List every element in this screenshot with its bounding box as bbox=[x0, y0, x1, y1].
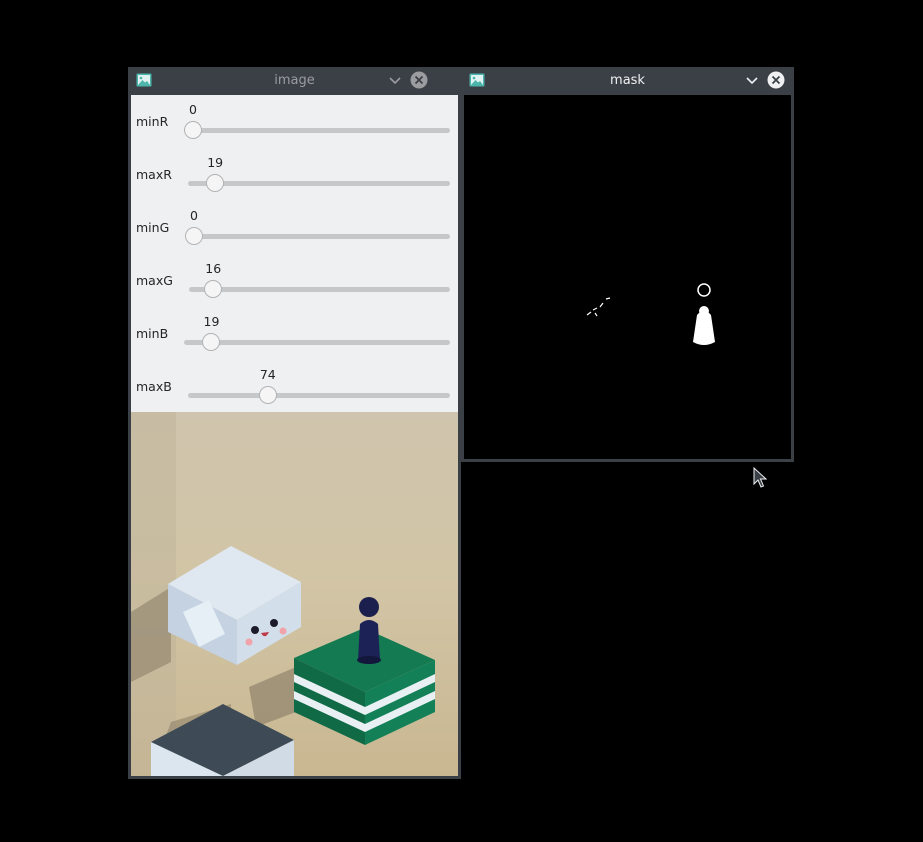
slider-groove[interactable] bbox=[188, 393, 450, 398]
trackbar-maxB: maxB 74 bbox=[131, 360, 458, 413]
slider-handle[interactable] bbox=[206, 174, 225, 192]
trackbar-value: 0 bbox=[189, 102, 197, 117]
trackbar-value: 16 bbox=[205, 261, 222, 276]
slider-groove[interactable] bbox=[184, 128, 450, 133]
trackbar-maxR: maxR 19 bbox=[131, 148, 458, 201]
camera-image bbox=[131, 412, 458, 776]
trackbar-value: 0 bbox=[190, 208, 198, 223]
trackbar-label: minG bbox=[136, 220, 170, 235]
slider-handle[interactable] bbox=[202, 333, 221, 351]
trackbar-minG: minG 0 bbox=[131, 201, 458, 254]
trackbar-value: 19 bbox=[203, 314, 220, 329]
slider-groove[interactable] bbox=[188, 181, 450, 186]
trackbar-maxG: maxG 16 bbox=[131, 254, 458, 307]
chevron-down-icon[interactable] bbox=[743, 71, 761, 89]
trackbar-minR: minR 0 bbox=[131, 95, 458, 148]
slider-groove[interactable] bbox=[189, 287, 450, 292]
slider-handle[interactable] bbox=[185, 227, 203, 245]
mask-window-content bbox=[464, 95, 791, 459]
image-window-content: minR 0 maxR 19 minG 0 maxG 16 minB 19 ma… bbox=[131, 95, 458, 776]
slider-handle[interactable] bbox=[258, 386, 277, 404]
slider-groove[interactable] bbox=[184, 340, 450, 345]
trackbar-panel: minR 0 maxR 19 minG 0 maxG 16 minB 19 ma… bbox=[131, 95, 458, 412]
image-window: image minR 0 maxR 19 minG 0 maxG 16 minB… bbox=[128, 67, 461, 779]
mask-window-titlebar[interactable]: mask bbox=[461, 67, 794, 94]
trackbar-label: minB bbox=[136, 326, 169, 341]
image-window-titlebar[interactable]: image bbox=[128, 67, 461, 94]
close-icon[interactable] bbox=[410, 71, 428, 89]
camera-image-drawing bbox=[131, 412, 458, 776]
mask-image-drawing bbox=[464, 95, 791, 459]
mouse-pointer-icon bbox=[753, 467, 767, 488]
trackbar-minB: minB 19 bbox=[131, 307, 458, 360]
trackbar-label: maxB bbox=[136, 379, 172, 394]
slider-handle[interactable] bbox=[204, 280, 223, 298]
trackbar-label: maxG bbox=[136, 273, 173, 288]
mask-image bbox=[464, 95, 791, 459]
close-icon[interactable] bbox=[767, 71, 785, 89]
chevron-down-icon[interactable] bbox=[386, 71, 404, 89]
trackbar-value: 74 bbox=[259, 367, 276, 382]
slider-handle[interactable] bbox=[184, 121, 202, 139]
trackbar-value: 19 bbox=[207, 155, 224, 170]
trackbar-label: minR bbox=[136, 114, 169, 129]
slider-groove[interactable] bbox=[185, 234, 450, 239]
mask-window: mask bbox=[461, 67, 794, 462]
trackbar-label: maxR bbox=[136, 167, 172, 182]
